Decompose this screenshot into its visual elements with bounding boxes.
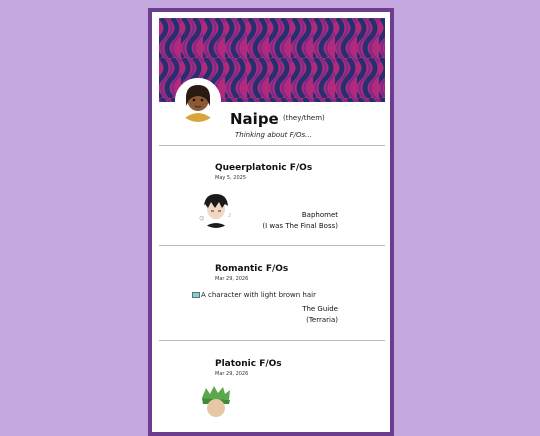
section-title-platonic: Platonic F/Os bbox=[215, 359, 282, 369]
profile-status: Thinking about F/Os... bbox=[235, 131, 312, 139]
broken-image-icon bbox=[192, 292, 200, 298]
character-name: Baphomet bbox=[301, 211, 338, 219]
svg-text:♪: ♪ bbox=[228, 213, 231, 219]
section-title-romantic: Romantic F/Os bbox=[215, 264, 289, 274]
svg-text:☺: ☺ bbox=[199, 215, 204, 222]
divider bbox=[159, 340, 385, 341]
character-avatar-baphomet[interactable]: ☺ ♪ bbox=[197, 190, 235, 228]
section-title-queerplatonic: Queerplatonic F/Os bbox=[215, 163, 313, 173]
section-date: May 5, 2025 bbox=[215, 175, 247, 181]
profile-avatar[interactable] bbox=[175, 78, 221, 124]
character-avatar-platonic[interactable] bbox=[197, 384, 235, 422]
character-source: (Terraria) bbox=[306, 316, 338, 324]
section-date: Mar 29, 2026 bbox=[215, 276, 249, 282]
profile-card: Naipe (they/them) Thinking about F/Os...… bbox=[148, 8, 394, 436]
profile-pronouns: (they/them) bbox=[283, 114, 325, 122]
divider bbox=[159, 245, 385, 246]
divider bbox=[159, 145, 385, 146]
character-image-broken[interactable]: A character with light brown hair bbox=[192, 291, 316, 299]
character-source: (I was The Final Boss) bbox=[262, 222, 338, 230]
image-alt-text: A character with light brown hair bbox=[201, 291, 316, 299]
section-date: Mar 29, 2026 bbox=[215, 371, 249, 377]
character-name: The Guide bbox=[302, 305, 338, 313]
profile-name: Naipe bbox=[230, 110, 279, 128]
